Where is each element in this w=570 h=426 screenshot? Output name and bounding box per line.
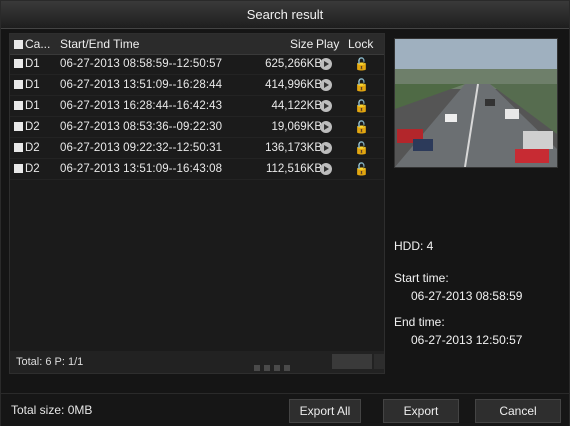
total-size: Total size: 0MB (11, 403, 93, 417)
row-size: 112,516KB (265, 163, 322, 175)
play-icon[interactable] (320, 58, 332, 70)
row-time: 06-27-2013 13:51:09--16:28:44 (60, 79, 223, 91)
page-dropdown[interactable] (374, 354, 384, 369)
row-checkbox[interactable]: D1 (14, 75, 40, 95)
row-time: 06-27-2013 16:28:44--16:42:43 (60, 100, 223, 112)
last-page-icon[interactable] (284, 365, 290, 371)
end-time-label: End time: (394, 315, 445, 329)
export-all-button[interactable]: Export All (289, 399, 361, 423)
play-column-header: Play (316, 37, 340, 51)
table-row[interactable]: D2 06-27-2013 13:51:09--16:43:08 112,516… (10, 159, 384, 180)
window-title: Search result (1, 1, 569, 29)
play-icon[interactable] (320, 100, 332, 112)
table-row[interactable]: D1 06-27-2013 16:28:44--16:42:43 44,122K… (10, 96, 384, 117)
row-checkbox[interactable]: D2 (14, 138, 40, 158)
play-icon[interactable] (320, 163, 332, 175)
row-time: 06-27-2013 13:51:09--16:43:08 (60, 163, 223, 175)
play-icon[interactable] (320, 121, 332, 133)
highway-thumbnail (395, 39, 557, 167)
row-checkbox[interactable]: D1 (14, 54, 40, 74)
row-size: 414,996KB (265, 79, 322, 91)
video-preview (394, 38, 558, 168)
time-column-header: Start/End Time (60, 37, 140, 51)
row-checkbox[interactable]: D2 (14, 159, 40, 179)
table-row[interactable]: D2 06-27-2013 09:22:32--12:50:31 136,173… (10, 138, 384, 159)
lock-column-header: Lock (348, 37, 374, 51)
prev-page-icon[interactable] (264, 365, 270, 371)
row-time: 06-27-2013 08:53:36--09:22:30 (60, 121, 223, 133)
next-page-icon[interactable] (274, 365, 280, 371)
unlock-icon[interactable]: 🔓 (354, 54, 369, 74)
start-time-value: 06-27-2013 08:58:59 (411, 289, 523, 303)
start-time-label: Start time: (394, 271, 449, 285)
unlock-icon[interactable]: 🔓 (354, 75, 369, 95)
row-checkbox[interactable]: D2 (14, 117, 40, 137)
unlock-icon[interactable]: 🔓 (354, 117, 369, 137)
table-header: Ca... Start/End Time Size Play Lock (10, 34, 384, 55)
row-time: 06-27-2013 08:58:59--12:50:57 (60, 58, 223, 70)
result-list: Ca... Start/End Time Size Play Lock D1 0… (9, 33, 385, 353)
play-icon[interactable] (320, 142, 332, 154)
row-size: 44,122KB (271, 100, 322, 112)
row-time: 06-27-2013 09:22:32--12:50:31 (60, 142, 223, 154)
unlock-icon[interactable]: 🔓 (354, 138, 369, 158)
table-row[interactable]: D2 06-27-2013 08:53:36--09:22:30 19,069K… (10, 117, 384, 138)
row-size: 19,069KB (271, 121, 322, 133)
search-result-window: Search result Ca... Start/End Time Size … (0, 0, 570, 426)
hdd-label: HDD: 4 (394, 239, 434, 253)
bottom-bar: Total size: 0MB Export All Export Cancel (1, 393, 569, 426)
cancel-button[interactable]: Cancel (475, 399, 561, 423)
size-column-header: Size (290, 37, 314, 51)
unlock-icon[interactable]: 🔓 (354, 159, 369, 179)
end-time-value: 06-27-2013 12:50:57 (411, 333, 523, 347)
table-row[interactable]: D1 06-27-2013 08:58:59--12:50:57 625,266… (10, 54, 384, 75)
total-count: Total: 6 P: 1/1 (16, 356, 84, 368)
list-footer: Total: 6 P: 1/1 (9, 351, 385, 374)
export-button[interactable]: Export (383, 399, 459, 423)
play-icon[interactable] (320, 79, 332, 91)
select-all-checkbox[interactable]: Ca... (14, 34, 50, 54)
row-size: 136,173KB (265, 142, 322, 154)
page-input[interactable] (332, 354, 372, 369)
row-size: 625,266KB (265, 58, 322, 70)
row-checkbox[interactable]: D1 (14, 96, 40, 116)
pager[interactable] (254, 357, 294, 379)
first-page-icon[interactable] (254, 365, 260, 371)
unlock-icon[interactable]: 🔓 (354, 96, 369, 116)
table-row[interactable]: D1 06-27-2013 13:51:09--16:28:44 414,996… (10, 75, 384, 96)
